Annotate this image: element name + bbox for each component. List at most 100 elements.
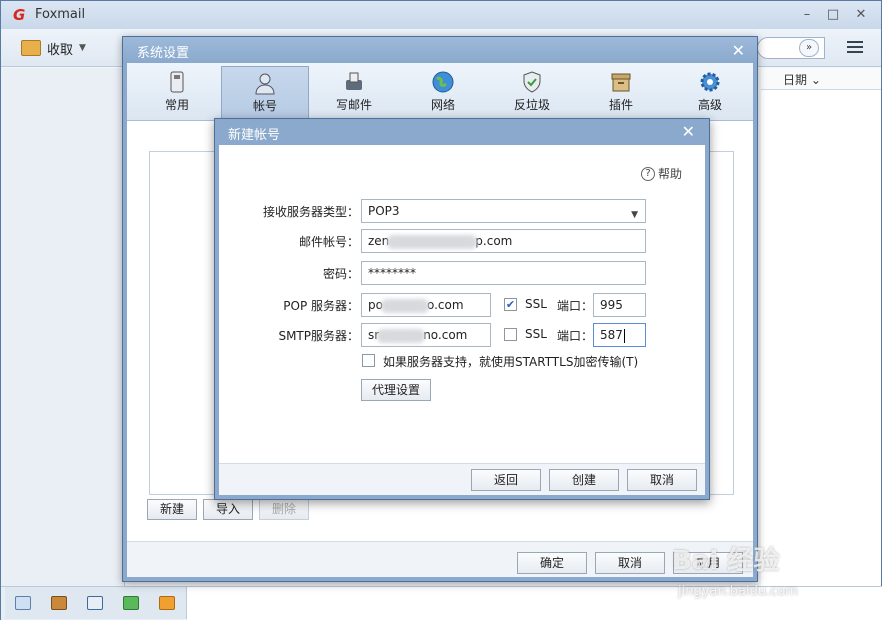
smtp-ssl-checkbox[interactable] <box>504 328 517 341</box>
shield-check-icon <box>523 71 541 93</box>
date-column-header[interactable]: 日期 ⌄ <box>783 71 821 88</box>
app-title: Foxmail <box>35 7 86 22</box>
contacts-icon <box>51 596 67 610</box>
tab-label: 帐号 <box>252 99 277 113</box>
module-switcher <box>5 587 187 619</box>
cancel-button[interactable]: 取消 <box>627 469 697 491</box>
minimize-icon[interactable]: – <box>797 7 817 23</box>
tab-general[interactable]: 常用 <box>133 66 221 120</box>
receive-button[interactable]: 收取 ▼ <box>21 37 86 59</box>
close-icon[interactable]: ✕ <box>682 122 695 141</box>
tab-label: 网络 <box>430 98 455 112</box>
new-account-dialog: 新建帐号 ✕ ? 帮助 接收服务器类型： POP3 ▼ 邮件帐号： zen p.c… <box>214 118 710 500</box>
maximize-icon[interactable]: □ <box>823 7 843 23</box>
password-field[interactable]: ******** <box>361 261 646 285</box>
delete-account-button[interactable]: 删除 <box>259 499 309 520</box>
rss-icon <box>159 596 175 610</box>
new-account-footer: 返回 创建 取消 <box>219 463 705 495</box>
menu-icon[interactable] <box>847 41 863 55</box>
server-type-label: 接收服务器类型： <box>262 205 359 219</box>
create-button[interactable]: 创建 <box>549 469 619 491</box>
mail-list-header: 日期 ⌄ <box>761 68 881 90</box>
phone-device-icon <box>170 71 184 93</box>
pop-server-label: POP 服务器： <box>283 299 359 313</box>
smtp-port-label: 端口： <box>557 329 594 343</box>
import-account-button[interactable]: 导入 <box>203 499 253 520</box>
smtp-port-value: 587 <box>600 328 623 342</box>
mail-icon <box>15 596 31 610</box>
mail-list <box>761 90 881 586</box>
password-value: ******** <box>368 266 416 280</box>
contacts-module-tab[interactable] <box>41 587 77 619</box>
ok-button[interactable]: 确定 <box>517 552 587 574</box>
rss-module-tab[interactable] <box>149 587 185 619</box>
redacted-blur <box>377 328 426 343</box>
help-label: 帮助 <box>658 167 683 181</box>
system-settings-title: 系统设置 <box>137 46 190 61</box>
email-field[interactable]: zen p.com <box>361 229 646 253</box>
globe-icon <box>432 71 454 93</box>
calendar-icon <box>87 596 103 610</box>
help-icon: ? <box>641 166 655 181</box>
proxy-settings-button[interactable]: 代理设置 <box>361 379 431 401</box>
pop-server-field[interactable]: po o.com <box>361 293 491 317</box>
tab-label: 高级 <box>697 98 722 112</box>
close-icon[interactable]: ✕ <box>732 41 745 60</box>
smtp-server-label: SMTP服务器： <box>278 329 359 343</box>
help-link[interactable]: ? 帮助 <box>641 165 682 182</box>
new-account-title: 新建帐号 <box>228 128 281 143</box>
inbox-tray-icon <box>21 40 41 56</box>
starttls-checkbox[interactable] <box>362 354 375 367</box>
server-type-value: POP3 <box>368 204 400 218</box>
tab-network[interactable]: 网络 <box>399 66 487 120</box>
notes-icon <box>123 596 139 610</box>
new-account-form: ? 帮助 接收服务器类型： POP3 ▼ 邮件帐号： zen p.com 密码： … <box>219 145 705 463</box>
pop-ssl-label: SSL <box>525 297 547 311</box>
smtp-server-field[interactable]: sr no.com <box>361 323 491 347</box>
title-bar: G Foxmail – □ ✕ <box>1 1 881 29</box>
settings-tab-bar: 常用 帐号 写邮件 网络 反垃圾 插件 高级 <box>127 63 753 121</box>
search-options-chevron-icon[interactable]: » <box>799 39 819 57</box>
pop-port-value: 995 <box>600 298 623 312</box>
server-type-select[interactable]: POP3 ▼ <box>361 199 646 223</box>
email-label: 邮件帐号： <box>298 235 359 249</box>
text-cursor <box>623 328 625 343</box>
tab-anti-spam[interactable]: 反垃圾 <box>488 66 576 120</box>
compose-icon <box>346 72 362 90</box>
tab-label: 反垃圾 <box>513 98 550 112</box>
password-label: 密码： <box>322 267 359 281</box>
close-icon[interactable]: ✕ <box>851 7 871 23</box>
notes-module-tab[interactable] <box>113 587 149 619</box>
pop-ssl-checkbox[interactable]: ✔ <box>504 298 517 311</box>
mail-module-tab[interactable] <box>5 587 41 619</box>
system-settings-title-bar: 系统设置 ✕ <box>123 37 757 63</box>
pop-port-field[interactable]: 995 <box>593 293 646 317</box>
chevron-down-icon[interactable]: ▼ <box>79 43 86 53</box>
redacted-blur <box>380 298 429 313</box>
smtp-ssl-label: SSL <box>525 327 547 341</box>
tab-label: 常用 <box>164 98 189 112</box>
gear-icon <box>700 72 720 92</box>
baidu-watermark-url: jingyan.baidu.com <box>678 584 798 599</box>
tab-compose[interactable]: 写邮件 <box>310 66 398 120</box>
tab-advanced[interactable]: 高级 <box>666 66 754 120</box>
pop-suffix: o.com <box>426 298 464 312</box>
tab-account[interactable]: 帐号 <box>221 66 309 120</box>
smtp-suffix: no.com <box>423 328 468 342</box>
user-icon <box>255 73 275 95</box>
smtp-port-field[interactable]: 587 <box>593 323 646 347</box>
calendar-module-tab[interactable] <box>77 587 113 619</box>
tab-plugins[interactable]: 插件 <box>577 66 665 120</box>
email-prefix: zen <box>368 234 390 248</box>
settings-footer: 确定 取消 应用 <box>127 541 753 577</box>
tab-label: 插件 <box>608 98 633 112</box>
cancel-button[interactable]: 取消 <box>595 552 665 574</box>
chevron-down-icon: ▼ <box>631 210 638 220</box>
pop-port-label: 端口： <box>557 299 594 313</box>
folder-pane <box>1 68 125 586</box>
new-account-button[interactable]: 新建 <box>147 499 197 520</box>
back-button[interactable]: 返回 <box>471 469 541 491</box>
foxmail-logo-icon: G <box>13 6 26 24</box>
starttls-label: 如果服务器支持，就使用STARTTLS加密传输(T) <box>383 355 639 369</box>
redacted-blur <box>387 234 478 249</box>
